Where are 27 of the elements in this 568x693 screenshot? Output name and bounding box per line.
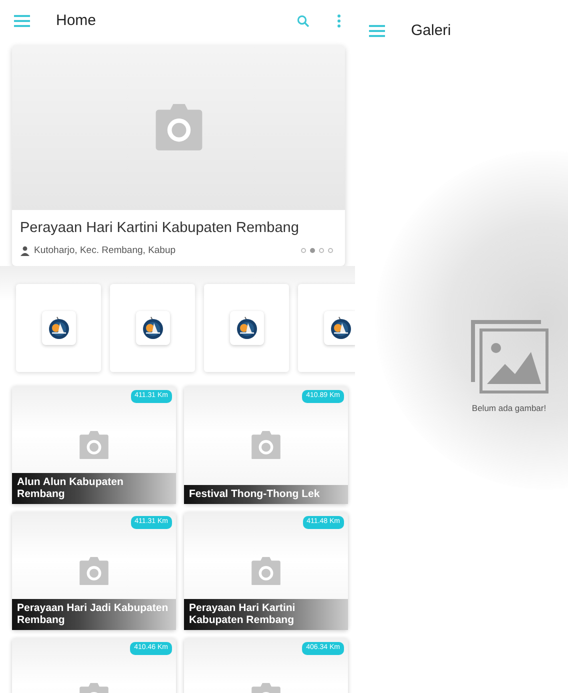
- emblem-icon: [48, 316, 70, 340]
- featured-card[interactable]: Perayaan Hari Kartini Kabupaten Rembang Kutoharjo, Kec. Rembang, Kabup: [12, 45, 345, 266]
- featured-title: Perayaan Hari Kartini Kabupaten Rembang: [20, 219, 300, 238]
- emblem-icon: [236, 316, 258, 340]
- emblem-icon: [142, 316, 164, 340]
- place-title: Perayaan Hari Kartini Kabupaten Rembang: [184, 598, 348, 630]
- person-icon: [20, 246, 30, 256]
- emblem-icon: [330, 316, 352, 340]
- category-tile[interactable]: [110, 284, 195, 372]
- gallery-icon: [469, 318, 549, 394]
- place-title: Perayaan Hari Jadi Kabupaten Rembang: [12, 598, 176, 630]
- place-title: Alun Alun Kabupaten Rembang: [12, 472, 176, 504]
- slide-indicator-dot[interactable]: [310, 248, 315, 254]
- more-options-icon[interactable]: [337, 14, 341, 28]
- screen-title: Galeri: [411, 20, 452, 41]
- location-text: Kutoharjo, Kec. Rembang, Kabup: [34, 244, 176, 258]
- slide-indicator-dot[interactable]: [319, 248, 324, 254]
- menu-icon[interactable]: [369, 25, 385, 37]
- search-icon[interactable]: [297, 15, 309, 27]
- screen-title: Home: [56, 10, 96, 31]
- category-tile[interactable]: [204, 284, 289, 372]
- slide-indicator-dot[interactable]: [328, 248, 333, 254]
- menu-icon[interactable]: [14, 15, 30, 27]
- empty-message: Belum ada gambar!: [472, 402, 546, 415]
- place-title: Festival Thong-Thong Lek: [184, 485, 348, 504]
- category-tile[interactable]: [16, 284, 101, 372]
- slide-indicator-dot[interactable]: [301, 248, 306, 254]
